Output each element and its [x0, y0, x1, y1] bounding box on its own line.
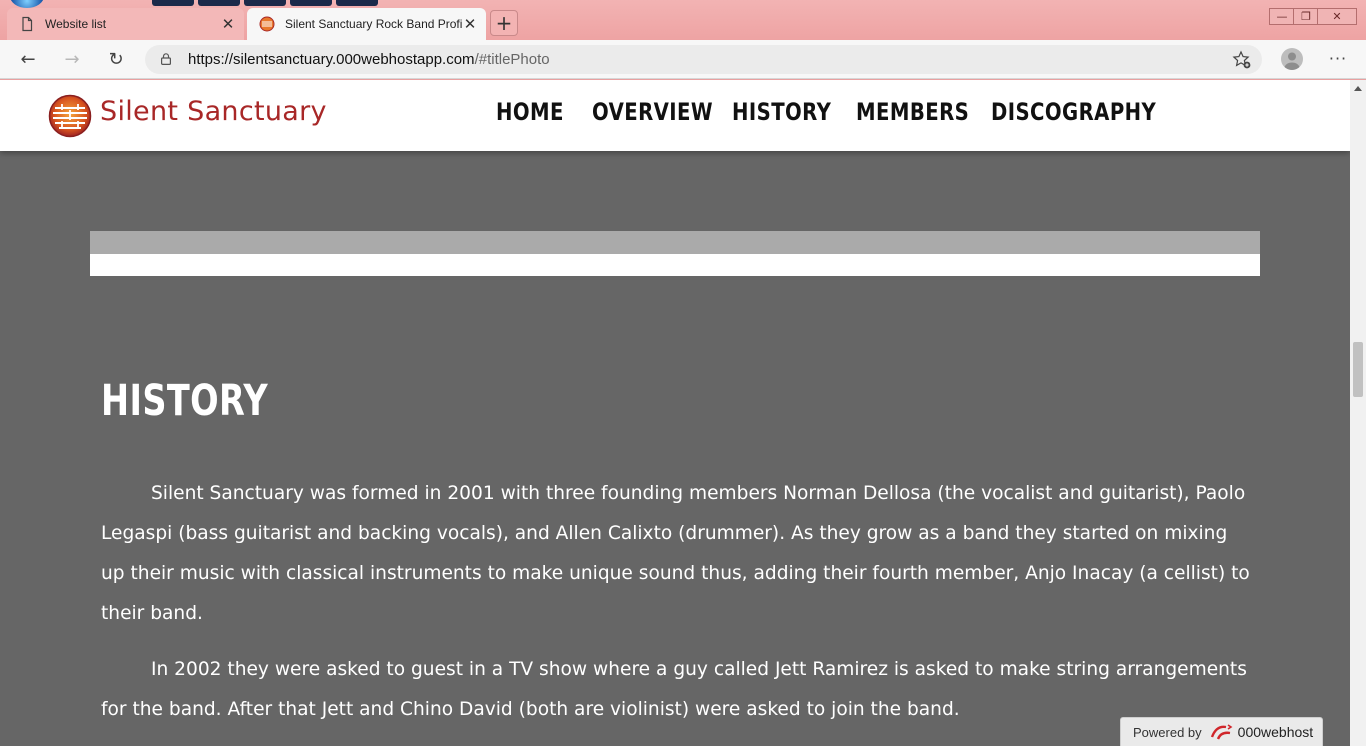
tab-website-list[interactable]: Website list ✕	[7, 8, 244, 40]
history-paragraph: In 2002 they were asked to guest in a TV…	[101, 659, 1247, 720]
title-photo-placeholder	[90, 231, 1260, 254]
site-favicon-icon	[259, 16, 275, 32]
restore-button[interactable]: ❐	[1293, 8, 1319, 25]
nav-discography[interactable]: DISCOGRAPHY	[991, 98, 1156, 126]
minimize-button[interactable]: —	[1269, 8, 1295, 25]
address-bar[interactable]: https://silentsanctuary.000webhostapp.co…	[145, 45, 1262, 74]
back-button[interactable]: ←	[15, 47, 41, 73]
lock-icon[interactable]	[161, 53, 171, 65]
profile-avatar[interactable]	[1281, 48, 1303, 70]
browser-toolbar: ← → ↻ https://silentsanctuary.000webhost…	[0, 40, 1366, 79]
url-text[interactable]: https://silentsanctuary.000webhostapp.co…	[188, 51, 550, 68]
taskbar-button[interactable]	[290, 0, 332, 6]
site-header: Silent Sanctuary HOME OVERVIEW HISTORY M…	[0, 80, 1350, 151]
hosting-badge[interactable]: Powered by 000webhost	[1120, 717, 1323, 746]
page-scrollbar[interactable]	[1350, 80, 1366, 746]
windows-start-icon[interactable]	[10, 0, 44, 8]
refresh-button[interactable]: ↻	[103, 47, 129, 73]
url-path: /#titlePhoto	[474, 51, 550, 68]
tab-silent-sanctuary[interactable]: Silent Sanctuary Rock Band Profi ✕	[247, 8, 486, 40]
tab-label: Website list	[45, 17, 107, 31]
webhost-brand: 000webhost	[1237, 724, 1314, 740]
add-favorite-icon[interactable]	[1232, 50, 1252, 70]
brand-name[interactable]: Silent Sanctuary	[100, 96, 327, 127]
nav-home[interactable]: HOME	[496, 98, 563, 126]
tab-label: Silent Sanctuary Rock Band Profi	[285, 17, 462, 31]
taskbar-button[interactable]	[152, 0, 194, 6]
forward-button[interactable]: →	[59, 47, 85, 73]
taskbar-button[interactable]	[198, 0, 240, 6]
scroll-up-icon[interactable]	[1354, 86, 1362, 91]
close-tab-icon[interactable]: ✕	[462, 16, 478, 32]
nav-overview[interactable]: OVERVIEW	[592, 98, 713, 126]
history-heading: HISTORY	[101, 376, 269, 426]
title-photo-caption-bar	[90, 254, 1260, 276]
nav-members[interactable]: MEMBERS	[856, 98, 969, 126]
new-tab-button[interactable]: +	[490, 10, 518, 36]
taskbar-button[interactable]	[244, 0, 286, 6]
page-viewport: Silent Sanctuary HOME OVERVIEW HISTORY M…	[0, 80, 1350, 746]
url-domain: https://silentsanctuary.000webhostapp.co…	[188, 51, 475, 68]
nav-history[interactable]: HISTORY	[732, 98, 831, 126]
scrollbar-thumb[interactable]	[1353, 342, 1363, 397]
more-menu-button[interactable]: ···	[1325, 47, 1351, 73]
tab-strip: Website list ✕ Silent Sanctuary Rock Ban…	[0, 0, 1366, 40]
powered-by-label: Powered by	[1133, 724, 1202, 740]
band-logo-icon[interactable]	[48, 94, 92, 138]
taskbar-button[interactable]	[336, 0, 378, 6]
close-window-button[interactable]: ✕	[1317, 8, 1357, 25]
webhost-logo-icon	[1210, 724, 1233, 740]
page-icon	[22, 16, 33, 32]
user-icon	[1284, 52, 1300, 70]
main-menu: HOME OVERVIEW HISTORY MEMBERS DISCOGRAPH…	[496, 98, 1156, 126]
history-paragraph: Silent Sanctuary was formed in 2001 with…	[101, 483, 1250, 624]
close-tab-icon[interactable]: ✕	[220, 16, 236, 32]
